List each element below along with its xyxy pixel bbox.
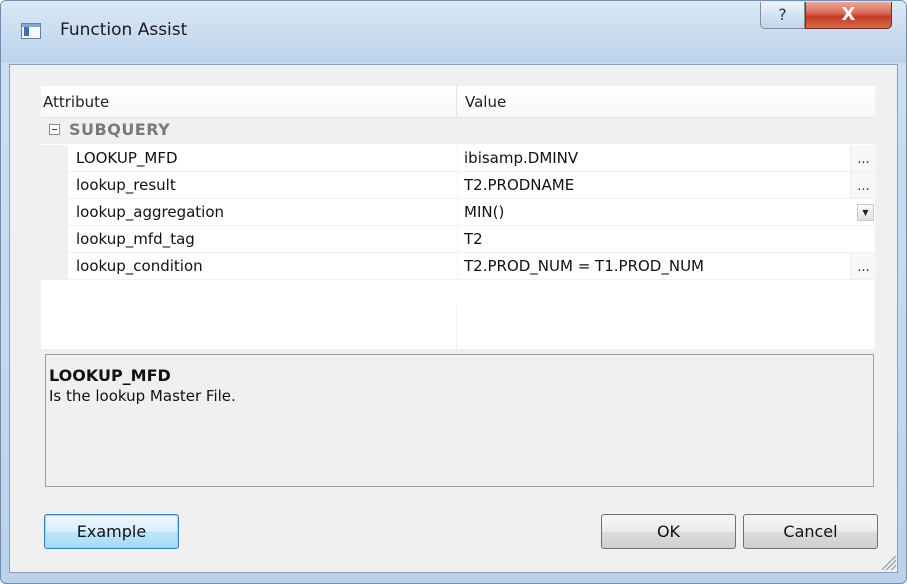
property-row-lookup-condition[interactable]: lookup_condition T2.PROD_NUM = T1.PROD_N…	[41, 253, 876, 280]
property-name-cell[interactable]: lookup_result	[68, 172, 456, 199]
property-row-lookup-aggregation[interactable]: lookup_aggregation MIN() ▼	[41, 199, 876, 226]
grid-header: Attribute Value	[41, 86, 875, 118]
property-name: lookup_condition	[76, 257, 203, 275]
help-button[interactable]: ?	[760, 2, 805, 29]
grid-empty-area	[41, 306, 875, 349]
window-app-icon	[21, 23, 41, 39]
property-name-cell[interactable]: lookup_condition	[68, 253, 456, 280]
property-name: LOOKUP_MFD	[76, 149, 178, 167]
dialog-client-area: Attribute Value SUBQUERY LOOKUP_MFD ibis…	[9, 64, 898, 573]
ellipsis-button[interactable]: ...	[850, 253, 876, 279]
property-name: lookup_mfd_tag	[76, 230, 195, 248]
property-name-cell[interactable]: LOOKUP_MFD	[68, 145, 456, 172]
example-button[interactable]: Example	[44, 514, 179, 549]
chevron-down-icon[interactable]: ▼	[857, 204, 874, 221]
row-gutter	[41, 145, 68, 172]
property-row-lookup-mfd[interactable]: LOOKUP_MFD ibisamp.DMINV ...	[41, 145, 876, 172]
property-value-cell[interactable]: T2	[457, 226, 876, 253]
close-button[interactable]: X	[805, 2, 892, 29]
property-value[interactable]: MIN()	[464, 203, 504, 221]
ok-button[interactable]: OK	[601, 514, 736, 549]
property-row-lookup-mfd-tag[interactable]: lookup_mfd_tag T2	[41, 226, 876, 253]
collapse-minus-icon[interactable]	[49, 124, 60, 135]
help-icon: ?	[778, 5, 787, 24]
group-row-subquery[interactable]: SUBQUERY	[41, 118, 875, 144]
property-value[interactable]: T2.PRODNAME	[464, 176, 574, 194]
window-title: Function Assist	[60, 20, 188, 40]
row-gutter	[41, 199, 68, 226]
property-value[interactable]: T2.PROD_NUM = T1.PROD_NUM	[464, 257, 704, 275]
property-name-cell[interactable]: lookup_aggregation	[68, 199, 456, 226]
ellipsis-button[interactable]: ...	[850, 145, 876, 171]
property-name-cell[interactable]: lookup_mfd_tag	[68, 226, 456, 253]
column-divider	[456, 306, 457, 349]
column-divider[interactable]	[456, 86, 457, 117]
resize-grip-icon[interactable]	[882, 556, 896, 570]
title-bar[interactable]: Function Assist ? X	[1, 1, 906, 63]
group-label: SUBQUERY	[69, 120, 171, 139]
row-gutter	[41, 226, 68, 253]
row-gutter	[41, 253, 68, 280]
property-value-cell[interactable]: T2.PRODNAME ...	[457, 172, 876, 199]
description-text: Is the lookup Master File.	[49, 387, 236, 405]
row-gutter	[41, 172, 68, 199]
property-value-cell[interactable]: T2.PROD_NUM = T1.PROD_NUM ...	[457, 253, 876, 280]
ellipsis-button[interactable]: ...	[850, 172, 876, 198]
column-header-attribute[interactable]: Attribute	[43, 93, 109, 111]
property-value-cell[interactable]: MIN() ▼	[457, 199, 876, 226]
property-row-lookup-result[interactable]: lookup_result T2.PRODNAME ...	[41, 172, 876, 199]
function-assist-dialog: Function Assist ? X Attribute Value SUBQ…	[0, 0, 907, 584]
property-name: lookup_result	[76, 176, 176, 194]
property-value[interactable]: ibisamp.DMINV	[464, 149, 578, 167]
column-header-value[interactable]: Value	[465, 93, 506, 111]
property-value-cell[interactable]: ibisamp.DMINV ...	[457, 145, 876, 172]
description-panel: LOOKUP_MFD Is the lookup Master File.	[45, 354, 874, 487]
cancel-button[interactable]: Cancel	[743, 514, 878, 549]
description-title: LOOKUP_MFD	[49, 366, 171, 385]
close-icon: X	[841, 4, 856, 25]
property-value[interactable]: T2	[464, 230, 483, 248]
property-name: lookup_aggregation	[76, 203, 225, 221]
property-grid: Attribute Value SUBQUERY LOOKUP_MFD ibis…	[41, 86, 876, 349]
